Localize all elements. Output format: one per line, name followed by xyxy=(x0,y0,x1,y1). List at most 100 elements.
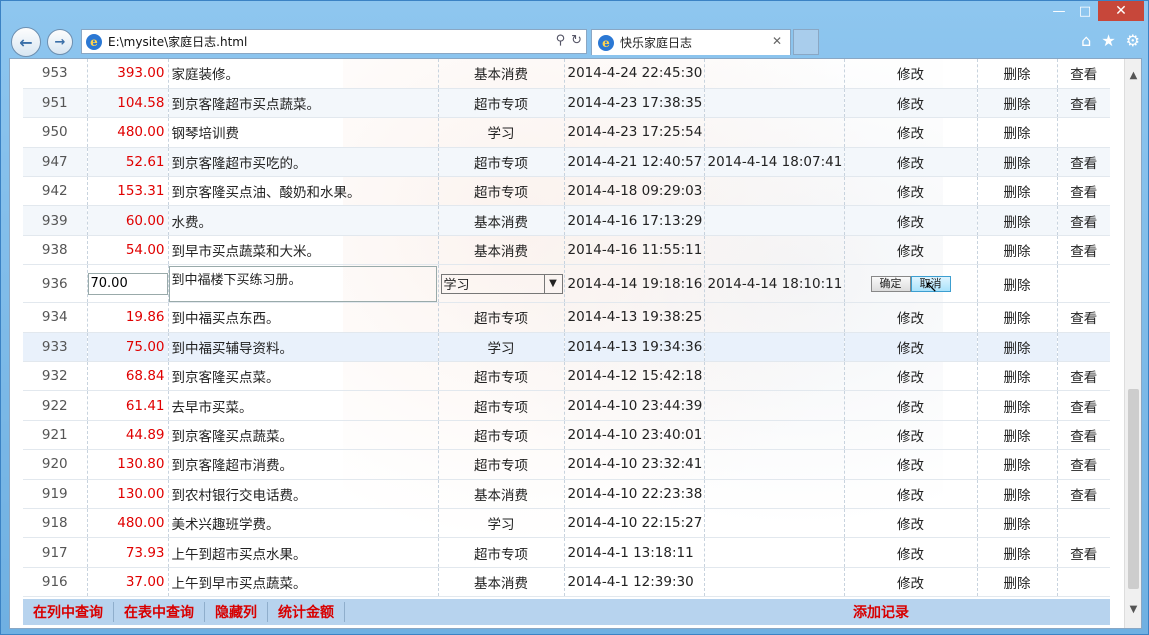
browser-window: — □ ✕ ← → e E:\mysite\家庭日志.html ⚲ ↻ e 快乐… xyxy=(0,0,1149,635)
edit-link[interactable]: 修改 xyxy=(844,117,978,148)
delete-link[interactable]: 删除 xyxy=(977,264,1058,304)
delete-link[interactable]: 删除 xyxy=(977,59,1058,89)
view-link[interactable]: 查看 xyxy=(1057,390,1110,421)
edit-link[interactable]: 修改 xyxy=(844,508,978,539)
amount-input[interactable] xyxy=(87,272,167,295)
sum-amount-link[interactable]: 统计金额 xyxy=(268,602,345,622)
home-icon[interactable]: ⌂ xyxy=(1081,31,1091,50)
edit-link[interactable]: 修改 xyxy=(844,88,978,119)
new-tab-button[interactable] xyxy=(793,29,819,55)
cell-amount: 480.00 xyxy=(87,508,169,539)
refresh-icon[interactable]: ↻ xyxy=(571,33,582,48)
delete-link[interactable]: 删除 xyxy=(977,176,1058,207)
edit-link[interactable]: 修改 xyxy=(844,205,978,236)
view-link[interactable]: 查看 xyxy=(1057,361,1110,392)
mouse-cursor-icon: ↖ xyxy=(924,277,938,297)
address-bar[interactable]: e E:\mysite\家庭日志.html ⚲ ↻ xyxy=(81,29,587,54)
tab-close-icon[interactable]: ✕ xyxy=(772,34,782,48)
delete-link[interactable]: 删除 xyxy=(977,479,1058,509)
add-record-link[interactable]: 添加记录 xyxy=(853,602,909,622)
tab-active[interactable]: e 快乐家庭日志 ✕ xyxy=(591,29,791,55)
chevron-down-icon[interactable]: ▼ xyxy=(543,274,562,293)
delete-link[interactable]: 删除 xyxy=(977,235,1058,266)
cell-time2 xyxy=(704,449,845,480)
cell-id: 917 xyxy=(23,537,88,568)
view-link[interactable]: 查看 xyxy=(1057,205,1110,236)
close-window-button[interactable]: ✕ xyxy=(1098,1,1144,21)
vertical-scrollbar[interactable]: ▲ ▼ xyxy=(1124,59,1141,628)
address-text[interactable]: E:\mysite\家庭日志.html xyxy=(108,33,247,50)
view-link[interactable]: 查看 xyxy=(1057,59,1110,89)
edit-link[interactable]: 修改 xyxy=(844,59,978,89)
delete-link[interactable]: 删除 xyxy=(977,88,1058,119)
delete-link[interactable]: 删除 xyxy=(977,302,1058,333)
delete-link[interactable]: 删除 xyxy=(977,508,1058,539)
delete-link[interactable]: 删除 xyxy=(977,537,1058,568)
cell-time: 2014-4-18 09:29:03 xyxy=(564,176,705,207)
minimize-button[interactable]: — xyxy=(1046,1,1072,21)
edit-link[interactable]: 修改 xyxy=(844,420,978,451)
view-link[interactable]: 查看 xyxy=(1057,147,1110,178)
view-link[interactable]: 查看 xyxy=(1057,235,1110,266)
back-button[interactable]: ← xyxy=(11,27,41,57)
delete-link[interactable]: 删除 xyxy=(977,390,1058,421)
delete-link[interactable]: 删除 xyxy=(977,449,1058,480)
edit-link[interactable]: 修改 xyxy=(844,235,978,266)
edit-link[interactable]: 修改 xyxy=(844,537,978,568)
forward-button[interactable]: → xyxy=(47,29,73,55)
hide-column-link[interactable]: 隐藏列 xyxy=(205,602,268,622)
edit-link[interactable]: 修改 xyxy=(844,176,978,207)
query-in-table-link[interactable]: 在表中查询 xyxy=(114,602,205,622)
cell-time2: 2014-4-14 18:07:41 xyxy=(704,147,845,178)
cell-time: 2014-4-23 17:25:54 xyxy=(564,117,705,148)
delete-link[interactable]: 删除 xyxy=(977,117,1058,148)
edit-link[interactable]: 修改 xyxy=(844,479,978,509)
cell-id: 919 xyxy=(23,479,88,509)
edit-link[interactable]: 修改 xyxy=(844,302,978,333)
cell-time2 xyxy=(704,390,845,421)
category-select[interactable]: 学习 ▼ xyxy=(440,273,563,294)
delete-link[interactable]: 删除 xyxy=(977,361,1058,392)
view-link[interactable]: 查看 xyxy=(1057,176,1110,207)
edit-link[interactable]: 修改 xyxy=(844,147,978,178)
confirm-button[interactable]: 确定 xyxy=(870,276,911,293)
view-link[interactable]: 查看 xyxy=(1057,302,1110,333)
view-link[interactable]: 查看 xyxy=(1057,479,1110,509)
cell-desc: 到京客隆买点蔬菜。 xyxy=(168,420,439,451)
delete-link[interactable]: 删除 xyxy=(977,147,1058,178)
view-link[interactable]: 查看 xyxy=(1057,420,1110,451)
scroll-down-arrow-icon[interactable]: ▼ xyxy=(1125,601,1141,618)
search-icon[interactable]: ⚲ xyxy=(556,33,566,48)
edit-link[interactable]: 修改 xyxy=(844,567,978,598)
edit-link[interactable]: 修改 xyxy=(844,449,978,480)
delete-link[interactable]: 删除 xyxy=(977,205,1058,236)
edit-link[interactable]: 修改 xyxy=(844,361,978,392)
description-textarea[interactable]: 到中福楼下买练习册。 xyxy=(168,265,437,302)
toolbar-icons: ⌂ ★ ⚙ xyxy=(1081,31,1140,50)
cell-time: 2014-4-13 19:34:36 xyxy=(564,332,705,363)
cell-amount: 73.93 xyxy=(87,537,169,568)
view-link[interactable]: 查看 xyxy=(1057,88,1110,119)
delete-link[interactable]: 删除 xyxy=(977,567,1058,598)
cell-amount: 153.31 xyxy=(87,176,169,207)
view-link[interactable]: 查看 xyxy=(1057,537,1110,568)
edit-link[interactable]: 修改 xyxy=(844,390,978,421)
cell-amount: 44.89 xyxy=(87,420,169,451)
scroll-up-arrow-icon[interactable]: ▲ xyxy=(1125,67,1141,84)
delete-link[interactable]: 删除 xyxy=(977,332,1058,363)
settings-gear-icon[interactable]: ⚙ xyxy=(1126,31,1140,50)
cell-id: 933 xyxy=(23,332,88,363)
view-link[interactable]: 查看 xyxy=(1057,449,1110,480)
cell-id: 922 xyxy=(23,390,88,421)
edit-link[interactable]: 修改 xyxy=(844,332,978,363)
cell-time: 2014-4-10 23:40:01 xyxy=(564,420,705,451)
cell-category: 学习 xyxy=(438,508,565,539)
cell-desc: 水费。 xyxy=(168,205,439,236)
favorites-icon[interactable]: ★ xyxy=(1101,31,1115,50)
cell-category: 学习 ▼ xyxy=(438,264,565,304)
scroll-thumb[interactable] xyxy=(1128,389,1139,589)
delete-link[interactable]: 删除 xyxy=(977,420,1058,451)
cell-time2: 2014-4-14 18:10:11 xyxy=(704,264,845,304)
query-in-column-link[interactable]: 在列中查询 xyxy=(23,602,114,622)
maximize-button[interactable]: □ xyxy=(1072,1,1098,21)
